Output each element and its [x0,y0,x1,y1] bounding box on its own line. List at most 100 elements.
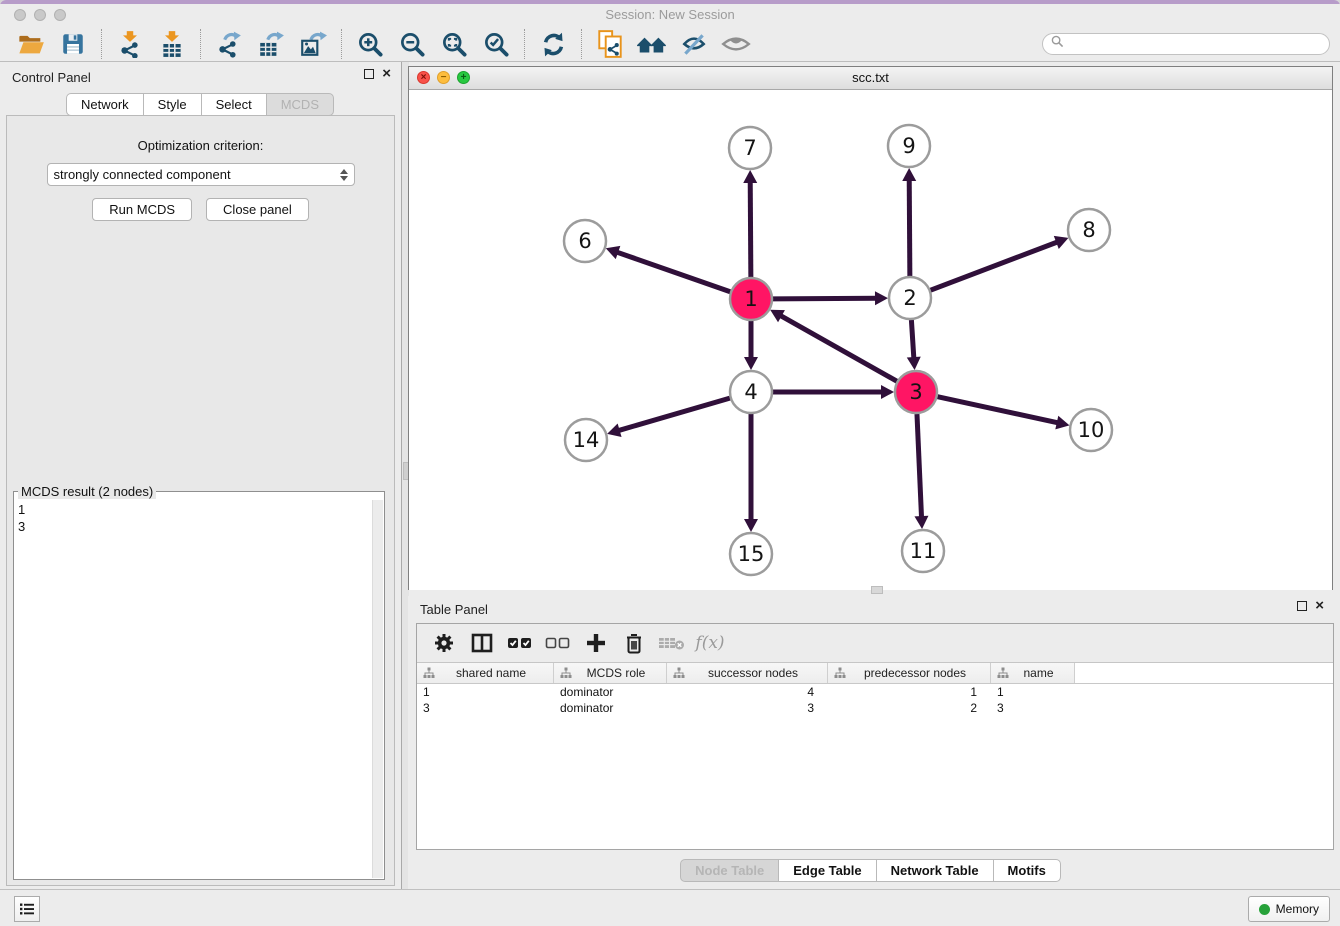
search-input[interactable] [1069,36,1321,52]
graph-node-label: 7 [743,136,756,160]
graph-edge-4-14[interactable] [617,398,730,431]
tab-style[interactable]: Style [143,93,202,116]
app-titlebar: Session: New Session [0,4,1340,27]
column-header-MCDS-role[interactable]: MCDS role [554,663,667,683]
column-header-shared-name[interactable]: shared name [417,663,554,683]
import-network-icon[interactable] [114,29,146,59]
close-table-panel-icon[interactable]: × [1315,601,1324,611]
close-panel-button[interactable]: Close panel [206,198,309,221]
export-table-icon[interactable] [255,29,287,59]
table-panel-body: f(x) shared nameMCDS rolesuccessor nodes… [416,623,1334,850]
zoom-in-icon[interactable] [354,29,386,59]
graph-node-label: 11 [910,539,937,563]
table-cell: 2 [828,700,991,716]
network-canvas[interactable]: 7968124314101511 [409,90,1332,590]
close-panel-icon[interactable]: × [382,69,391,79]
result-scrollbar[interactable] [372,500,383,878]
graph-edge-arrow [607,424,621,437]
table-cell: dominator [554,684,667,700]
select-all-columns-icon[interactable] [505,629,535,657]
zoom-out-icon[interactable] [396,29,428,59]
tab-select[interactable]: Select [201,93,267,116]
gear-icon[interactable] [429,629,459,657]
graph-edge-arrow [881,385,894,399]
node-table[interactable]: shared nameMCDS rolesuccessor nodesprede… [417,663,1333,849]
control-panel-title: Control Panel [12,70,91,85]
graph-edge-1-6[interactable] [615,252,730,292]
table-row[interactable]: 3dominator323 [417,700,1333,716]
network-window-titlebar[interactable]: × − + scc.txt [409,67,1332,90]
memory-button[interactable]: Memory [1248,896,1330,922]
function-builder-icon: f(x) [695,629,725,657]
task-history-button[interactable] [14,896,40,922]
table-cell: 1 [417,684,554,700]
column-header-successor-nodes[interactable]: successor nodes [667,663,828,683]
graph-edge-1-2[interactable] [773,298,878,299]
network-resize-grip[interactable] [871,586,883,594]
tab-motifs[interactable]: Motifs [993,859,1061,882]
clone-network-icon[interactable] [594,29,626,59]
delete-column-icon[interactable] [619,629,649,657]
mcds-result-box: MCDS result (2 nodes) 13 [13,484,385,880]
graph-edge-3-10[interactable] [937,397,1059,424]
table-cell: 3 [417,700,554,716]
select-stepper-icon [340,169,348,181]
save-session-icon[interactable] [57,29,89,59]
mcds-result-title: MCDS result (2 nodes) [18,484,156,499]
toolbar-separator [341,29,342,59]
result-item: 1 [18,501,370,518]
tab-network-table[interactable]: Network Table [876,859,994,882]
export-image-icon[interactable] [297,29,329,59]
mcds-panel: Optimization criterion: strongly connect… [6,115,395,886]
graph-edge-3-1[interactable] [779,315,897,381]
search-box[interactable] [1042,33,1330,55]
graph-edge-3-11[interactable] [917,414,922,519]
table-row[interactable]: 1dominator411 [417,684,1333,700]
export-network-icon[interactable] [213,29,245,59]
column-header-predecessor-nodes[interactable]: predecessor nodes [828,663,991,683]
graph-edge-2-8[interactable] [931,241,1060,290]
column-browser-icon[interactable] [467,629,497,657]
column-header-name[interactable]: name [991,663,1075,683]
graph-edge-arrow [1055,416,1069,430]
toolbar-separator [524,29,525,59]
graph-edge-2-3[interactable] [911,320,914,360]
delete-table-icon [657,629,687,657]
table-panel-title: Table Panel [420,602,488,617]
table-cell: 1 [828,684,991,700]
import-table-icon[interactable] [156,29,188,59]
float-panel-icon[interactable] [364,69,374,79]
graph-node-label: 6 [578,229,591,253]
tab-edge-table[interactable]: Edge Table [778,859,876,882]
refresh-icon[interactable] [537,29,569,59]
memory-button-label: Memory [1276,902,1319,916]
zoom-selected-icon[interactable] [480,29,512,59]
graph-edge-1-7[interactable] [750,180,751,277]
graph-edge-arrow [914,516,928,529]
graph-node-label: 15 [738,542,765,566]
optimization-criterion-value: strongly connected component [54,167,340,182]
network-view-window: × − + scc.txt 7968124314101511 [408,66,1333,590]
add-column-icon[interactable] [581,629,611,657]
graph-edge-arrow [907,357,921,370]
eye-icon[interactable] [720,29,752,59]
float-table-panel-icon[interactable] [1297,601,1307,611]
main-toolbar [0,27,1340,62]
home-icon[interactable] [636,29,668,59]
table-cell: dominator [554,700,667,716]
open-session-icon[interactable] [15,29,47,59]
run-mcds-button[interactable]: Run MCDS [92,198,192,221]
tab-mcds[interactable]: MCDS [266,93,334,116]
optimization-criterion-select[interactable]: strongly connected component [47,163,355,186]
table-panel-header: Table Panel × [408,596,1334,622]
unselect-all-columns-icon[interactable] [543,629,573,657]
graph-node-label: 3 [909,380,922,404]
graph-edge-2-9[interactable] [909,178,910,276]
zoom-fit-icon[interactable] [438,29,470,59]
control-panel-tabs: NetworkStyleSelectMCDS [0,93,401,116]
toggle-graphics-details-icon[interactable] [678,29,710,59]
tab-network[interactable]: Network [66,93,144,116]
table-panel: Table Panel × [408,596,1334,890]
table-cell: 3 [667,700,828,716]
tab-node-table[interactable]: Node Table [680,859,779,882]
